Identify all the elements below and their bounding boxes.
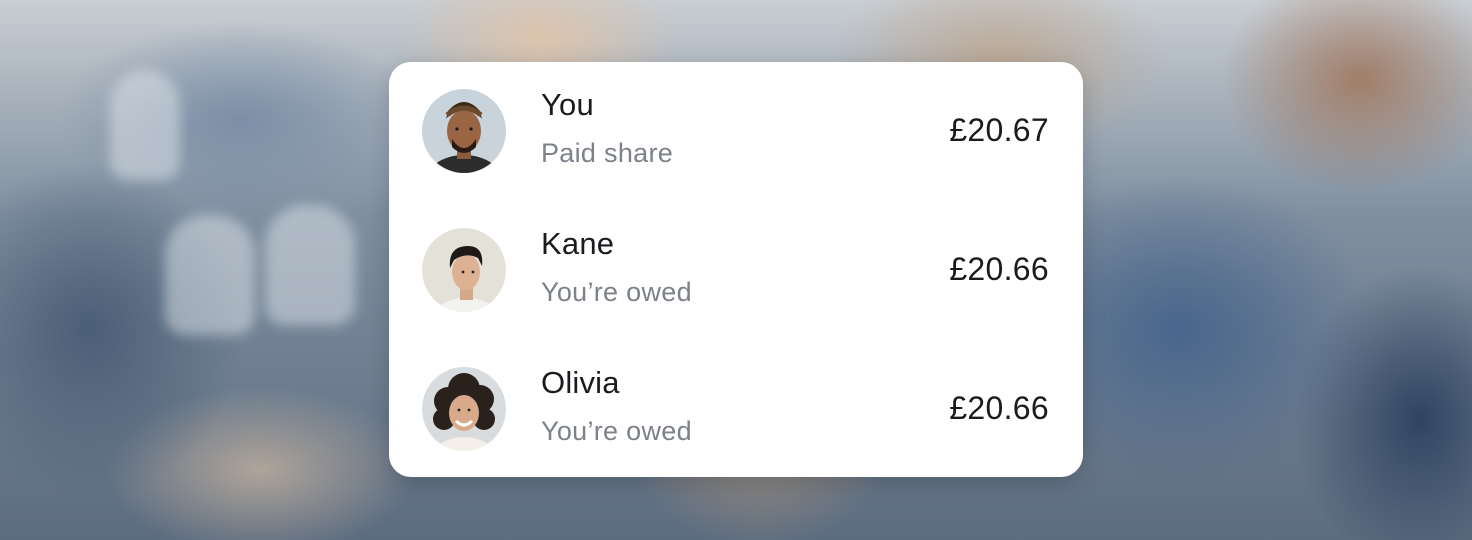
glass-shape <box>110 70 180 180</box>
split-row-kane[interactable]: Kane You’re owed £20.66 <box>389 201 1083 340</box>
glass-shape <box>165 215 255 335</box>
participant-name: You <box>541 87 594 122</box>
share-amount: £20.67 <box>949 112 1049 148</box>
avatar-you <box>422 89 506 173</box>
share-amount: £20.66 <box>949 390 1049 426</box>
split-row-olivia[interactable]: Olivia You’re owed £20.66 <box>389 340 1083 479</box>
payment-status: Paid share <box>541 138 674 168</box>
share-amount: £20.66 <box>949 251 1049 287</box>
person-avatar-icon <box>422 228 506 312</box>
participant-name: Kane <box>541 226 615 261</box>
payment-status: You’re owed <box>541 277 692 307</box>
payment-status: You’re owed <box>541 416 692 446</box>
split-row-you[interactable]: You Paid share £20.67 <box>389 62 1083 201</box>
person-avatar-icon <box>422 367 506 451</box>
participant-name: Olivia <box>541 365 620 400</box>
avatar-olivia <box>422 367 506 451</box>
bill-split-card: You Paid share £20.67 Kane You’re owed £… <box>389 62 1083 477</box>
avatar-kane <box>422 228 506 312</box>
glass-shape <box>265 205 355 325</box>
person-avatar-icon <box>422 89 506 173</box>
